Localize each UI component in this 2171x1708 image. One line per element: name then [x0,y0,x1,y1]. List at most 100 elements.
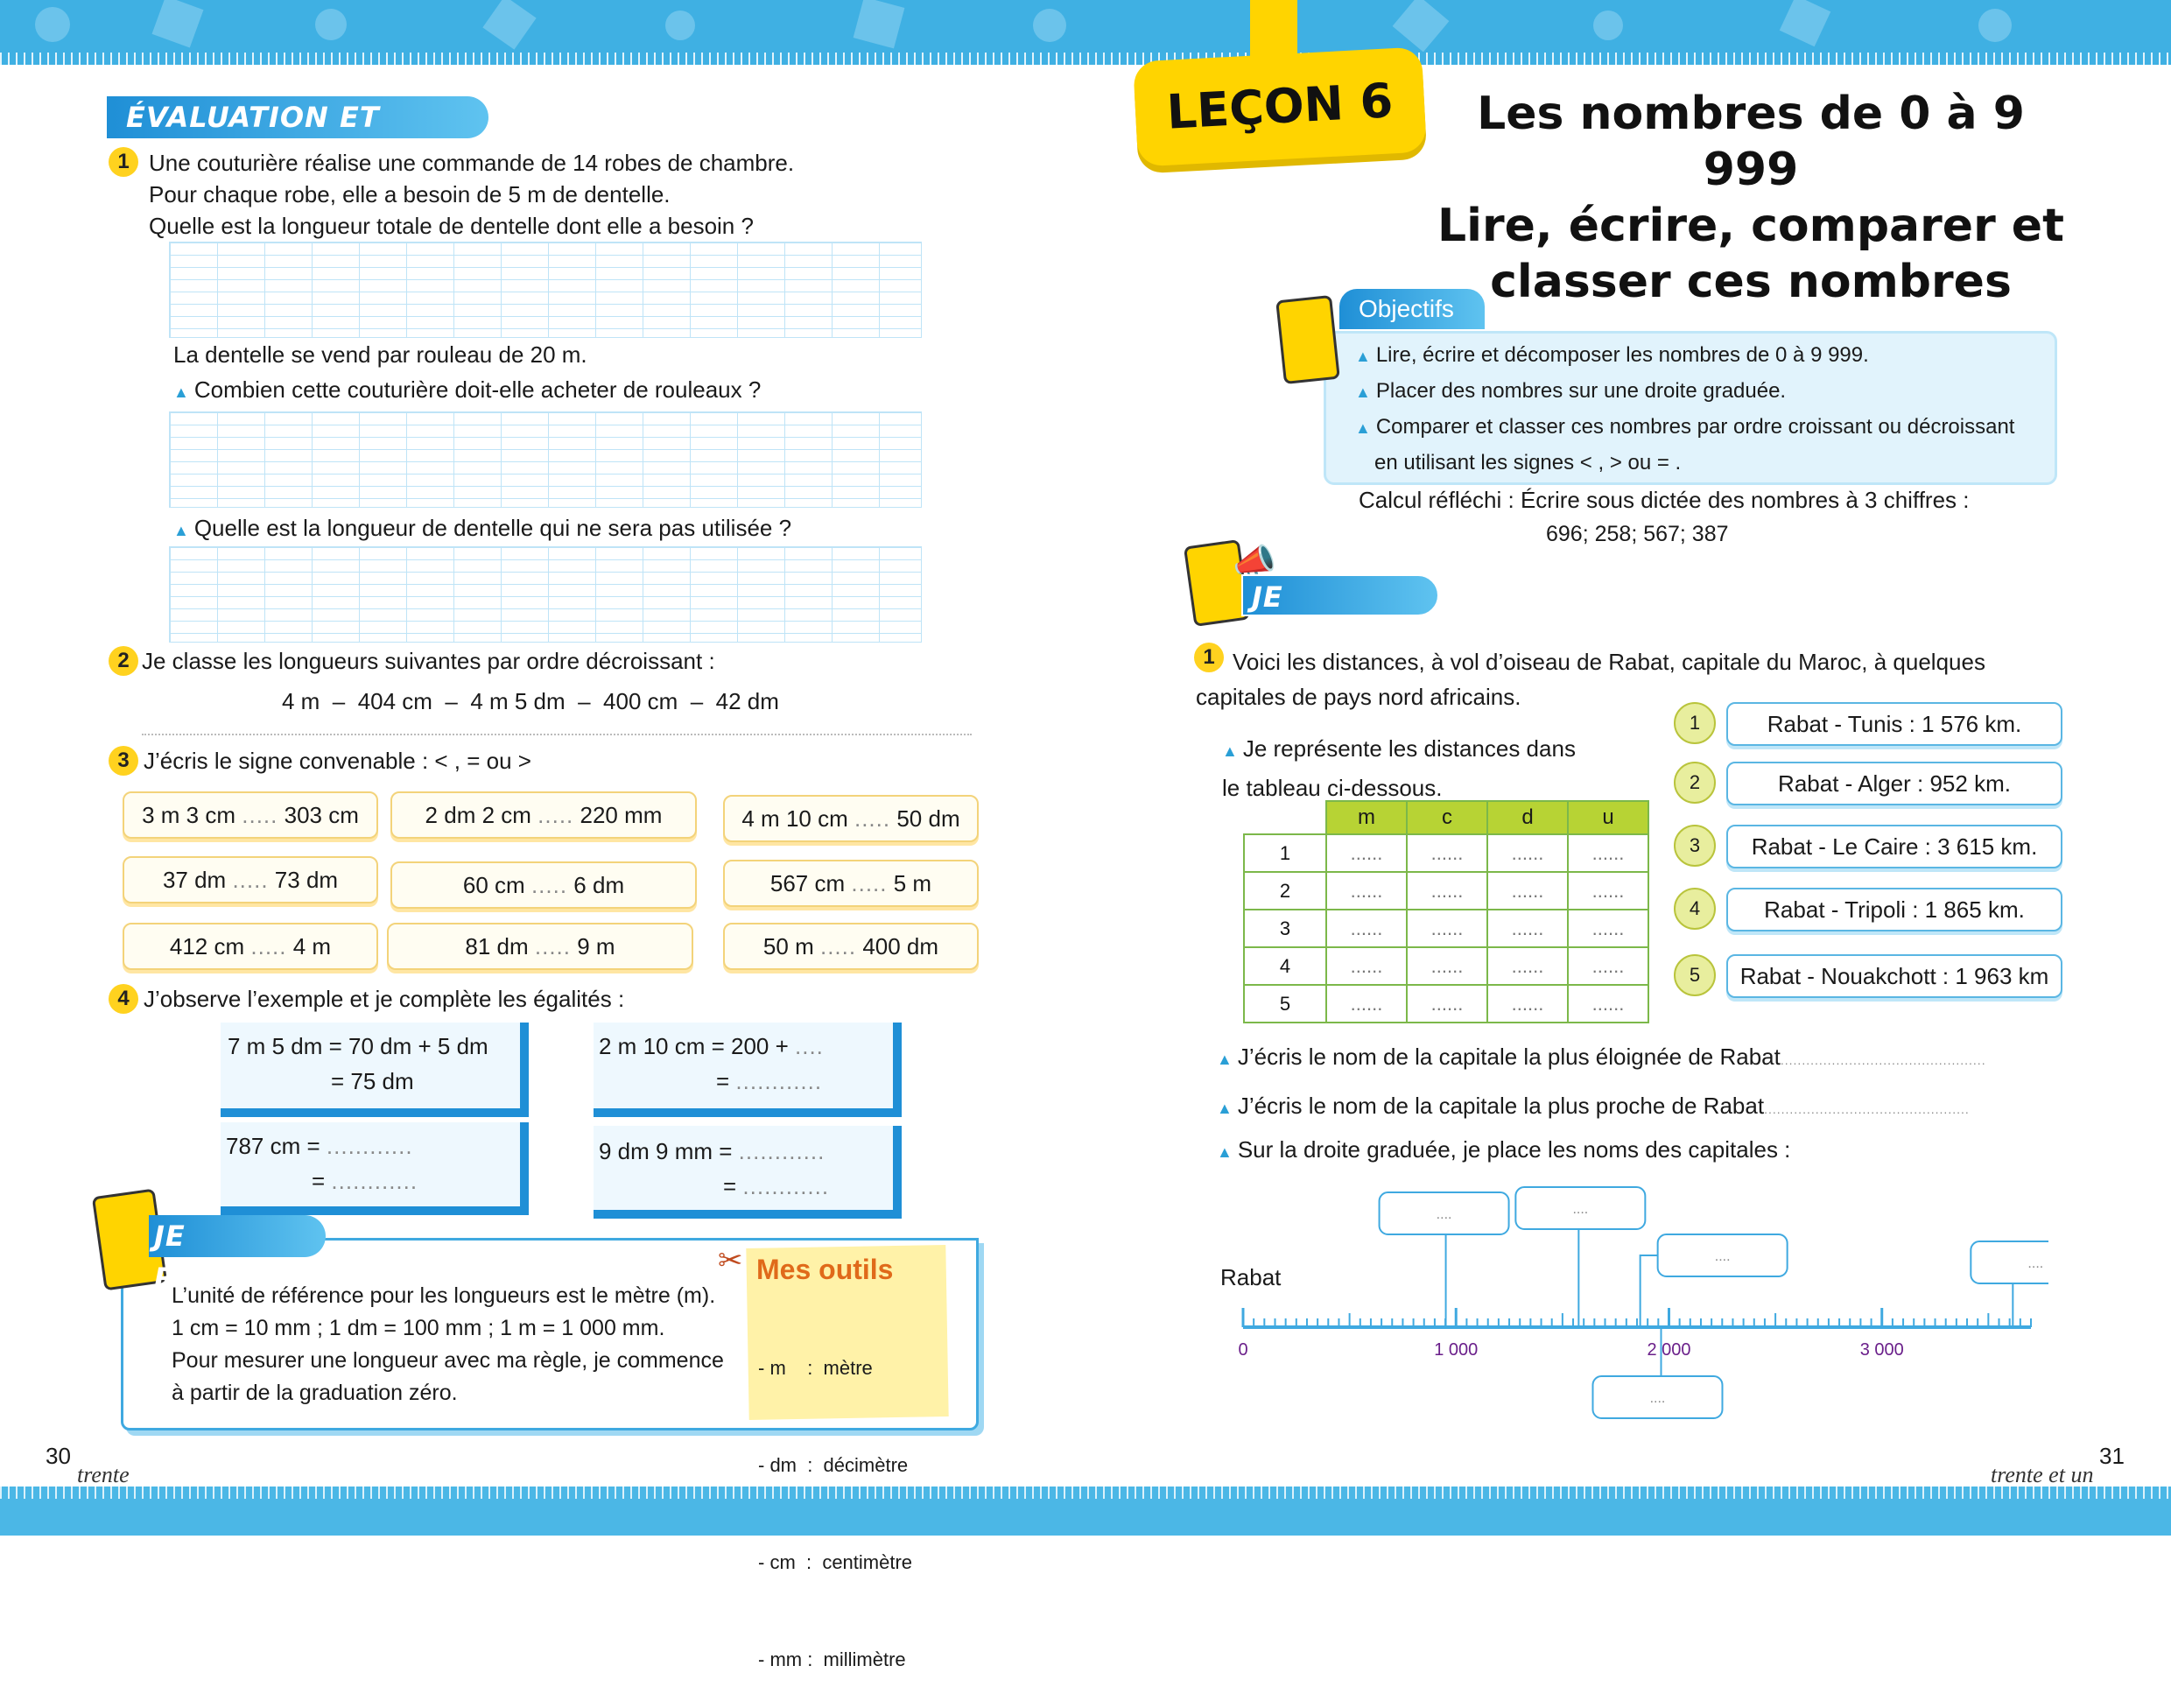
table-cell[interactable]: ...... [1406,871,1488,910]
divider [142,734,972,735]
page-number-left: 30 [46,1443,71,1469]
triangle-bullet-icon: ▲ [1355,419,1371,437]
table-cell[interactable]: ...... [1486,871,1569,910]
table-cell[interactable]: ...... [1325,871,1408,910]
table-cell[interactable]: ...... [1567,909,1649,948]
distance-number: 4 [1674,888,1716,930]
distance-box: Rabat - Nouakchott : 1 963 km [1726,954,2062,998]
marker-stem [1639,1255,1658,1327]
table-cell[interactable]: ...... [1406,984,1488,1023]
calcul-numbers: 696; 258; 567; 387 [1546,522,1729,546]
top-decor-band [0,0,2171,65]
equality-box[interactable]: 2 m 10 cm = 200 + .... = ............ [594,1023,902,1117]
exercise-1-question-2: ▲ Combien cette couturière doit-elle ache… [173,376,762,403]
comparison-box[interactable]: 4 m 10 cm ..... 50 dm [723,795,979,842]
equality-box[interactable]: 9 dm 9 mm = ............ = ............ [594,1126,902,1219]
table-header: c [1406,800,1488,835]
question-farthest[interactable]: ▲ J’écris le nom de la capitale la plus é… [1217,1044,1986,1071]
triangle-bullet-icon: ▲ [1217,1051,1233,1068]
triangle-bullet-icon: ▲ [1355,383,1371,401]
objectives-list: ▲ Lire, écrire et décomposer les nombres … [1355,343,2015,474]
exercise-1-info: La dentelle se vend par rouleau de 20 m. [173,341,587,368]
comparison-box[interactable]: 3 m 3 cm ..... 303 cm [123,791,378,839]
decouvre-subquestion: ▲ Je représente les distances dans le tab… [1222,735,1576,801]
city-label-blank: .... [2027,1256,2043,1271]
exercise-1-number: 1 [109,147,138,177]
question-closest[interactable]: ▲ J’écris le nom de la capitale la plus p… [1217,1093,1970,1120]
page-number-right: 31 [2099,1443,2125,1469]
lesson-tag: LEÇON 6 [1133,46,1427,167]
mes-outils-title: Mes outils [756,1254,894,1285]
table-cell[interactable]: ...... [1567,984,1649,1023]
page-word-right: trente et un [1991,1462,2094,1487]
calcul-reflechi: Calcul réfléchi : Écrire sous dictée des… [1359,487,1970,513]
table-header: d [1486,800,1569,835]
bottom-decor-band [0,1487,2171,1536]
lesson-title: Les nombres de 0 à 9 999 Lire, écrire, c… [1437,88,2064,308]
exercise-2-number: 2 [109,646,138,676]
distance-box: Rabat - Alger : 952 km. [1726,762,2062,805]
table-row: 4 ...... ...... ...... ...... [1243,946,1649,986]
distance-box: Rabat - Tripoli : 1 865 km. [1726,888,2062,931]
distance-box: Rabat - Le Caire : 3 615 km. [1726,825,2062,868]
comparison-box[interactable]: 37 dm ..... 73 dm [123,856,378,903]
mascot-pointing-icon [1275,294,1340,385]
exercise-3-number: 3 [109,746,138,776]
distance-number: 1 [1674,702,1716,744]
exercise-1-line: Une couturière réalise une commande de 1… [149,150,795,176]
table-row: 3 ...... ...... ...... ...... [1243,909,1649,948]
city-label-blank: .... [1715,1249,1731,1264]
retiens-text: L’unité de référence pour les longueurs … [172,1283,724,1405]
table-cell[interactable]: ...... [1325,984,1408,1023]
table-cell[interactable]: ...... [1567,946,1649,986]
city-label-blank: .... [1437,1207,1452,1222]
comparison-box[interactable]: 2 dm 2 cm ..... 220 mm [390,791,697,839]
answer-grid-2[interactable] [169,411,922,508]
decouvre-banner: JE DÉCOUVRE [1241,574,1439,656]
table-cell[interactable]: ...... [1325,946,1408,986]
objectives-label: Objectifs [1339,289,1485,329]
table-cell[interactable]: ...... [1406,833,1488,873]
triangle-bullet-icon: ▲ [173,522,189,539]
triangle-bullet-icon: ▲ [1217,1100,1233,1117]
table-row: 5 ...... ...... ...... ...... [1243,984,1649,1023]
exercise-2-statement: Je classe les longueurs suivantes par or… [142,648,715,674]
question-number-line: ▲ Sur la droite graduée, je place les nom… [1217,1136,1791,1163]
triangle-bullet-icon: ▲ [1217,1143,1233,1161]
exercise-4-statement: J’observe l’exemple et je complète les é… [144,986,625,1012]
table-cell[interactable]: ...... [1486,984,1569,1023]
exercise-2-lengths: 4 m – 404 cm – 4 m 5 dm – 400 cm – 42 dm [282,688,779,714]
triangle-bullet-icon: ▲ [1355,348,1371,365]
table-cell[interactable]: ...... [1325,833,1408,873]
table-row: 2 ...... ...... ...... ...... [1243,871,1649,910]
comparison-box[interactable]: 50 m ..... 400 dm [723,923,979,970]
city-label-blank: .... [1572,1202,1588,1217]
table-cell[interactable]: ...... [1486,909,1569,948]
exercise-4-number: 4 [109,984,138,1014]
city-label-blank: .... [1650,1391,1666,1406]
page-word-left: trente [77,1462,130,1487]
table-cell[interactable]: ...... [1567,871,1649,910]
comparison-box[interactable]: 567 cm ..... 5 m [723,860,979,907]
table-cell[interactable]: ...... [1486,946,1569,986]
comparison-box[interactable]: 412 cm ..... 4 m [123,923,378,970]
comparison-box[interactable]: 81 dm ..... 9 m [387,923,693,970]
table-cell[interactable]: ...... [1567,833,1649,873]
comparison-box[interactable]: 60 cm ..... 6 dm [390,861,697,909]
answer-grid-3[interactable] [169,546,922,643]
place-value-table: m c d u 1 ...... ...... ...... ...... 2 … [1243,800,1649,1023]
table-cell[interactable]: ...... [1486,833,1569,873]
equality-box[interactable]: 787 cm = ............ = ............ [221,1122,529,1215]
distance-number: 2 [1674,762,1716,804]
table-header: m [1325,800,1408,835]
table-cell[interactable]: ...... [1325,909,1408,948]
table-cell[interactable]: ...... [1406,946,1488,986]
number-line: 0 1 000 2 000 3 000.................... [1238,1186,2048,1419]
triangle-bullet-icon: ▲ [173,383,189,401]
distance-number: 3 [1674,825,1716,867]
answer-grid-1[interactable] [169,242,922,338]
table-cell[interactable]: ...... [1406,909,1488,948]
tools-icon: ✂ [718,1244,743,1277]
distance-box: Rabat - Tunis : 1 576 km. [1726,702,2062,746]
example-equality-box: 7 m 5 dm = 70 dm + 5 dm = 75 dm [221,1023,529,1117]
